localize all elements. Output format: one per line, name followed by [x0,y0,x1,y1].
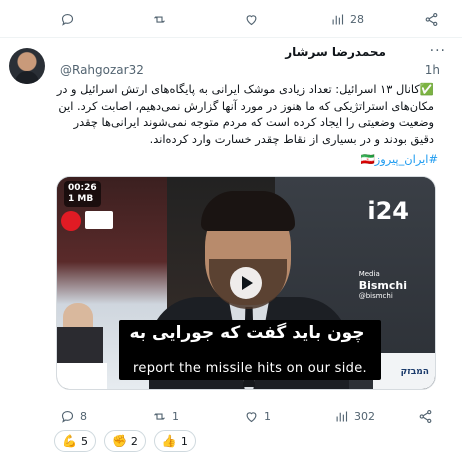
heart-icon [246,412,257,423]
tweet-timestamp[interactable]: 1h [425,63,440,77]
channel-logo-label [85,211,113,229]
video-size: 1 MB [68,194,94,204]
share-button[interactable] [418,409,433,424]
video-player[interactable]: i24 00:26 1 MB Media Bismchi @bismchi چو… [56,176,436,390]
divider [0,37,462,38]
reply-button[interactable] [60,12,80,27]
retweet-button[interactable]: 1 [152,409,179,424]
more-options-button[interactable]: ··· [430,43,446,59]
raised-fist-icon: ✊ [111,434,127,448]
reply-icon [61,410,74,423]
reactions-row: 💪 5 ✊ 2 👍 1 [54,430,196,452]
share-icon [425,13,438,26]
share-button[interactable] [424,12,439,27]
views-icon [336,411,348,422]
subtitle-persian: چون باید گفت که جورایی به [129,323,365,343]
author-name[interactable]: محمدرضا سرشار [285,45,386,59]
tweet-text: ✅کانال ۱۳ اسرائیل: تعداد زیادی موشک ایرا… [56,82,434,146]
channel-logo [61,211,81,231]
interpreter-body [57,327,103,367]
reply-button[interactable]: 8 [60,409,87,424]
flexed-biceps-icon: 💪 [62,434,77,448]
hashtag-link[interactable]: #ایران_پیروز🇮🇷 [361,152,438,166]
channel-watermark: i24 [367,197,409,225]
retweet-icon [154,16,165,23]
like-button[interactable]: 1 [244,409,271,424]
retweet-button[interactable] [152,12,172,27]
ticker-left-box [57,363,107,389]
reaction-fist[interactable]: ✊ 2 [103,430,146,452]
avatar[interactable] [9,48,45,84]
views-button[interactable]: 28 [330,12,364,27]
news-ticker: המבזק [400,367,429,377]
thumbs-up-icon: 👍 [161,434,177,448]
views-button[interactable]: 302 [334,409,375,424]
reply-icon [61,13,74,26]
reaction-thumbs-up[interactable]: 👍 1 [153,430,196,452]
author-handle[interactable]: @Rahgozar32 [60,63,144,77]
tweet-action-bar: 8 1 1 302 [54,400,434,430]
reaction-flex[interactable]: 💪 5 [54,430,96,452]
media-watermark: Media Bismchi @bismchi [358,270,407,300]
previous-tweet-action-bar: 28 [0,2,462,38]
anchor-hair [201,191,295,231]
retweet-icon [154,413,165,420]
views-icon [332,14,344,25]
share-icon [419,410,432,423]
heart-icon [246,15,257,26]
like-button[interactable] [244,12,264,27]
play-icon[interactable] [230,267,262,299]
subtitle-english: report the missile hits on our side. [133,361,367,376]
video-duration: 00:26 [68,183,97,193]
video-duration-badge: 00:26 1 MB [64,181,101,207]
